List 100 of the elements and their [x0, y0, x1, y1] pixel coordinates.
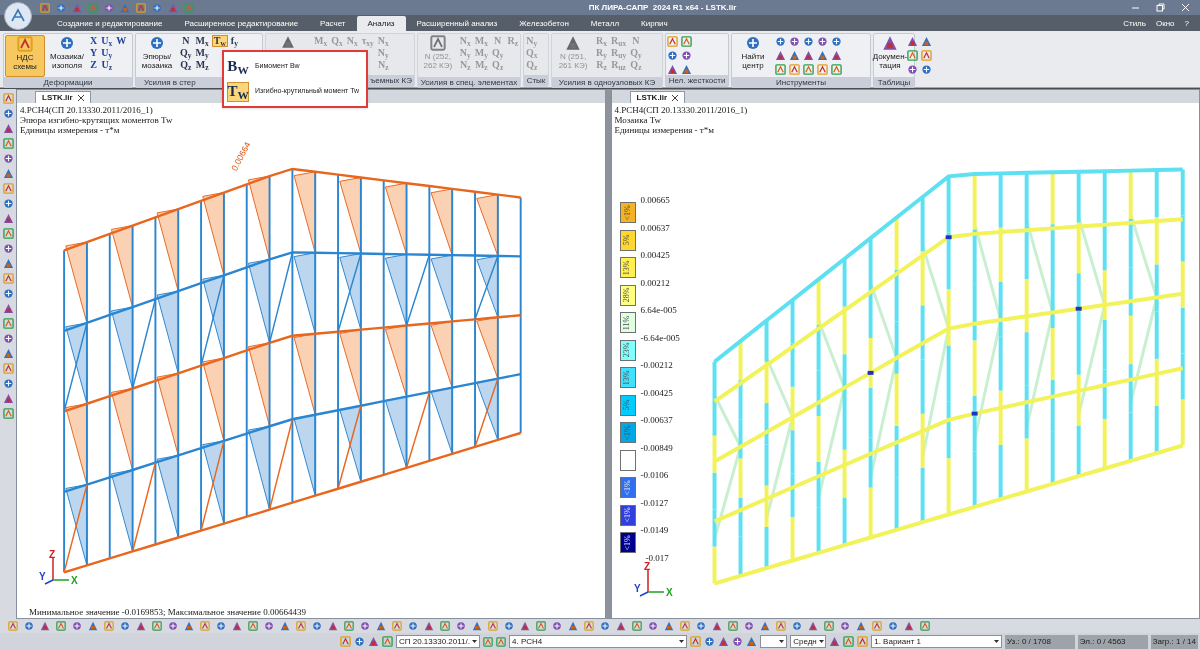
tool-icon[interactable] [775, 64, 786, 75]
tool-icon[interactable] [216, 621, 226, 631]
tool-icon[interactable] [520, 621, 530, 631]
tool-icon[interactable] [831, 64, 842, 75]
tool-icon[interactable] [803, 36, 814, 47]
tool-icon[interactable] [456, 621, 466, 631]
tool-icon[interactable] [888, 621, 898, 631]
tool-icon[interactable] [24, 621, 34, 631]
result-button[interactable]: M$_{y}$ [194, 47, 210, 59]
tool-icon[interactable] [728, 621, 738, 631]
tool-icon[interactable] [696, 621, 706, 631]
tool-icon[interactable] [921, 50, 932, 61]
restore-icon[interactable] [1156, 3, 1165, 12]
tool-icon[interactable] [690, 636, 702, 647]
menu-item[interactable]: ? [1179, 16, 1194, 31]
tool-icon[interactable] [907, 50, 918, 61]
tool-icon[interactable] [2, 273, 14, 284]
tool-icon[interactable] [149, 35, 165, 51]
tool-icon[interactable] [376, 621, 386, 631]
combo-box[interactable]: СП 20.13330.2011/. [396, 635, 480, 648]
tool-icon[interactable] [907, 36, 918, 47]
result-button[interactable]: f$_{y}$ [229, 35, 239, 47]
tool-icon[interactable] [856, 621, 866, 631]
tool-icon[interactable] [789, 36, 800, 47]
tool-icon[interactable] [681, 36, 692, 47]
tool-icon[interactable] [667, 64, 678, 75]
tool-icon[interactable] [803, 50, 814, 61]
tool-icon[interactable] [718, 636, 730, 647]
tool-icon[interactable] [904, 621, 914, 631]
tool-icon[interactable] [872, 621, 882, 631]
tool-icon[interactable] [2, 108, 14, 119]
tool-icon[interactable] [152, 621, 162, 631]
tool-icon[interactable] [17, 36, 33, 52]
large-ribbon-button[interactable]: Найти центр [733, 35, 773, 77]
tool-icon[interactable] [72, 621, 82, 631]
tool-icon[interactable] [2, 138, 14, 149]
tool-icon[interactable] [2, 288, 14, 299]
tool-icon[interactable] [667, 36, 678, 47]
tool-icon[interactable] [368, 636, 379, 647]
result-button[interactable]: Z [89, 59, 99, 71]
tool-icon[interactable] [56, 2, 66, 13]
tool-icon[interactable] [152, 2, 162, 13]
tool-icon[interactable] [2, 213, 14, 224]
large-ribbon-button[interactable]: Мозаика/ изополя [47, 35, 87, 77]
tool-icon[interactable] [712, 621, 722, 631]
tool-icon[interactable] [792, 621, 802, 631]
result-button[interactable]: N [179, 35, 193, 47]
tool-icon[interactable] [789, 64, 800, 75]
tool-icon[interactable] [600, 621, 610, 631]
tool-icon[interactable] [775, 50, 786, 61]
tool-icon[interactable] [857, 636, 869, 647]
ribbon-tab[interactable]: Расчет [309, 16, 357, 31]
tool-icon[interactable] [104, 2, 114, 13]
tool-icon[interactable] [120, 621, 130, 631]
tool-icon[interactable] [483, 636, 493, 647]
tool-icon[interactable] [264, 621, 274, 631]
tool-icon[interactable] [40, 621, 50, 631]
tool-icon[interactable] [552, 621, 562, 631]
tool-icon[interactable] [745, 35, 761, 51]
close-icon[interactable] [77, 94, 84, 101]
tool-icon[interactable] [168, 621, 178, 631]
tool-icon[interactable] [440, 621, 450, 631]
result-button[interactable]: Y [89, 47, 99, 59]
menu-item[interactable]: Стиль [1118, 16, 1151, 31]
tool-icon[interactable] [382, 636, 393, 647]
tool-icon[interactable] [824, 621, 834, 631]
tool-icon[interactable] [56, 621, 66, 631]
result-button[interactable]: U$_{y}$ [100, 47, 114, 59]
tool-icon[interactable] [921, 36, 932, 47]
combo-box[interactable]: 1. Вариант 1 [871, 635, 1002, 648]
tool-icon[interactable] [472, 621, 482, 631]
tool-icon[interactable] [328, 621, 338, 631]
result-button[interactable]: U$_{z}$ [100, 59, 114, 71]
tool-icon[interactable] [817, 36, 828, 47]
tool-icon[interactable] [408, 621, 418, 631]
tool-icon[interactable] [817, 50, 828, 61]
menu-item[interactable]: Окно [1150, 16, 1180, 31]
tool-icon[interactable] [808, 621, 818, 631]
tool-icon[interactable] [921, 64, 932, 75]
tool-icon[interactable] [616, 621, 626, 631]
tool-icon[interactable] [744, 621, 754, 631]
ribbon-tab[interactable]: Анализ [356, 16, 406, 31]
tool-icon[interactable] [2, 333, 14, 344]
tool-icon[interactable] [843, 636, 855, 647]
tool-icon[interactable] [104, 621, 114, 631]
tool-icon[interactable] [817, 64, 828, 75]
tool-icon[interactable] [2, 378, 14, 389]
tool-icon[interactable] [296, 621, 306, 631]
tool-icon[interactable] [648, 621, 658, 631]
tool-icon[interactable] [584, 621, 594, 631]
tool-icon[interactable] [424, 621, 434, 631]
tool-icon[interactable] [200, 621, 210, 631]
ribbon-tab[interactable]: Создание и редактирование [46, 16, 174, 31]
tool-icon[interactable] [354, 636, 365, 647]
tool-icon[interactable] [2, 183, 14, 194]
tool-icon[interactable] [2, 243, 14, 254]
tool-icon[interactable] [8, 621, 18, 631]
ribbon-tab[interactable]: Расширенный анализ [405, 16, 509, 31]
tool-icon[interactable] [2, 153, 14, 164]
tool-icon[interactable] [760, 621, 770, 631]
